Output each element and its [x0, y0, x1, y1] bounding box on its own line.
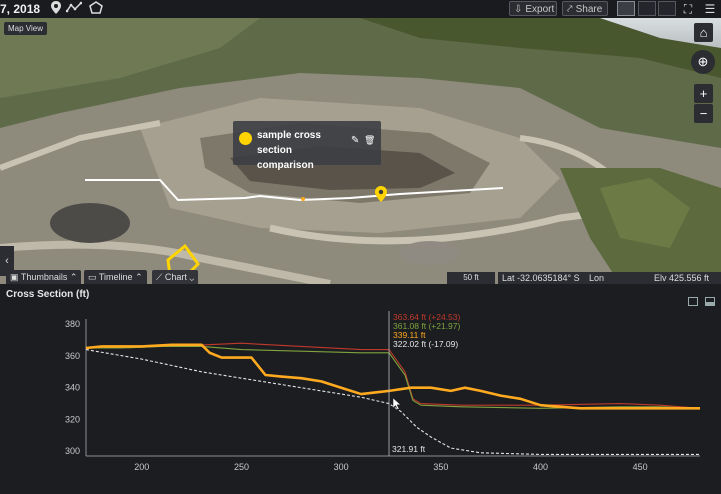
y-tick-label: 360 — [65, 351, 80, 361]
annotation-title: sample cross section comparison — [257, 130, 321, 171]
tab-timeline[interactable]: ▭ Timeline ⌃ — [84, 270, 147, 284]
delete-trash-icon[interactable]: 🗑 — [364, 135, 375, 146]
dock-bottom-icon[interactable] — [705, 297, 715, 306]
map-view[interactable]: Map View sample cross section comparison… — [0, 18, 721, 284]
x-tick-label: 350 — [433, 462, 448, 472]
export-icon: ⇩ — [514, 4, 523, 15]
chevron-up-icon: ⌃ — [69, 272, 78, 282]
tab-thumbnails[interactable]: ▣ Thumbnails ⌃ — [6, 270, 82, 284]
map-view-tag: Map View — [4, 22, 47, 35]
y-tick-label: 380 — [65, 319, 80, 329]
x-tick-label: 300 — [334, 462, 349, 472]
settings-sliders-icon[interactable]: ☰ — [702, 1, 718, 17]
edit-pencil-icon[interactable]: ✎ — [351, 135, 359, 146]
date-label: 7, 2018 — [0, 2, 41, 16]
annotation-popup: sample cross section comparison ✎ 🗑 — [233, 121, 381, 171]
chevron-down-icon: ⌄ — [189, 272, 195, 282]
layout-split-icon[interactable] — [638, 1, 656, 16]
elevation-readout: Elv 425.556 ft — [650, 272, 721, 284]
tab-chart[interactable]: ⟋ Chart ⌄ — [152, 270, 199, 284]
latitude-readout: Lat -32.0635184° S — [498, 272, 592, 284]
mouse-cursor-icon — [392, 397, 402, 410]
y-tick-label: 340 — [65, 383, 80, 393]
zoom-in-button[interactable]: + — [694, 84, 713, 103]
top-bar: 7, 2018 ⇩ Export ⤤ Share ⛶ ☰ — [0, 0, 721, 18]
tooltip-value: 322.02 ft (-17.09) — [393, 339, 458, 349]
split-view-icon[interactable] — [688, 297, 698, 306]
timeline-icon: ▭ — [88, 272, 97, 282]
chart-line-icon: ⟋ — [156, 272, 163, 282]
map-marker-icon[interactable] — [375, 186, 387, 202]
x-tick-label: 250 — [234, 462, 249, 472]
layout-side-icon[interactable] — [658, 1, 676, 16]
export-button[interactable]: ⇩ Export — [509, 1, 557, 16]
longitude-readout: Lon 152.4141682° E — [585, 272, 657, 284]
x-tick-label: 400 — [533, 462, 548, 472]
y-tick-label: 320 — [65, 414, 80, 424]
scale-bar: 50 ft — [447, 272, 495, 284]
thumbnails-icon: ▣ — [10, 272, 19, 282]
home-icon[interactable]: ⌂ — [694, 23, 713, 42]
share-button[interactable]: ⤤ Share — [562, 1, 608, 16]
chevron-up-icon: ⌃ — [135, 272, 143, 282]
x-tick-label: 200 — [134, 462, 149, 472]
x-tick-label: 450 — [633, 462, 648, 472]
polygon-icon[interactable] — [88, 1, 104, 17]
cross-section-panel: Cross Section (ft) 300 320 340 360 380 200 250… — [0, 284, 721, 489]
bottom-value-label: 321.91 ft — [392, 444, 426, 454]
cross-section-chart[interactable]: 300320340360380200 250 300 350 400 450 363.64… — [0, 284, 721, 489]
fullscreen-icon[interactable]: ⛶ — [680, 1, 696, 17]
compass-icon[interactable]: ⊕ — [691, 50, 715, 74]
share-icon: ⤤ — [567, 4, 573, 15]
panel-title: Cross Section (ft) — [6, 289, 90, 300]
annotation-color-dot — [239, 132, 252, 145]
polyline-icon[interactable] — [65, 1, 83, 17]
layout-map-chart-icon[interactable] — [617, 1, 635, 16]
zoom-out-button[interactable]: − — [694, 104, 713, 123]
location-pin-icon[interactable] — [48, 1, 64, 17]
y-tick-label: 300 — [65, 446, 80, 456]
